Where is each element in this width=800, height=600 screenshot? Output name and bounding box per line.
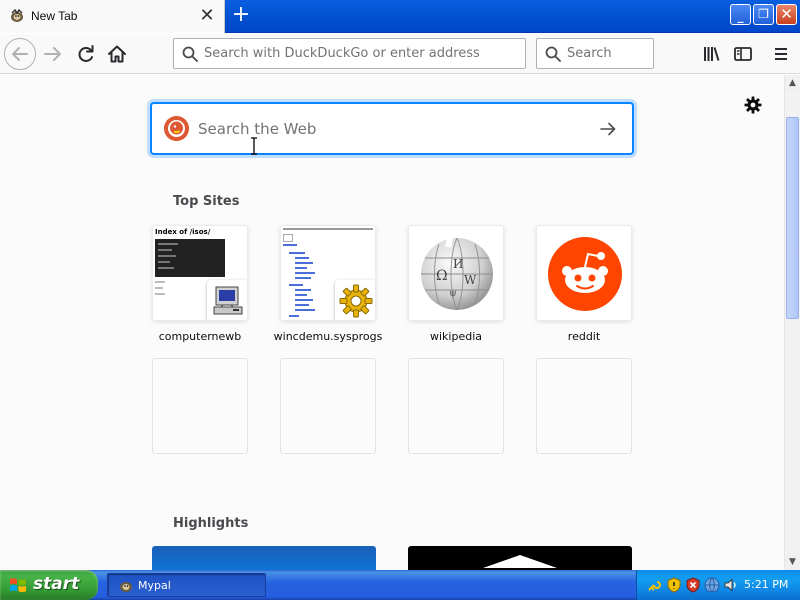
top-site-tile-reddit[interactable] [536,225,632,321]
scrollbar-thumb[interactable] [786,117,799,319]
minimize-button[interactable]: _ [730,4,751,25]
url-input[interactable] [204,39,522,68]
new-tab-page: Top Sites Index of /isos/ [0,75,784,570]
highlight-card[interactable] [408,546,632,570]
security-shield-icon[interactable] [666,577,682,593]
empty-top-site-slot [536,358,632,454]
blocked-shield-icon[interactable] [685,577,701,593]
sidebar-icon [734,47,752,61]
new-tab-button[interactable]: + [229,4,253,28]
svg-text:И: И [453,257,463,271]
back-button[interactable] [4,38,36,70]
top-site-tile-computernewb[interactable]: Index of /isos/ [152,225,248,321]
maximize-button[interactable]: ❐ [753,4,774,25]
system-tray: 5:21 PM [636,570,800,600]
svg-text:W: W [464,273,477,287]
empty-top-site-slot [152,358,248,454]
menu-button[interactable] [767,40,795,68]
thumbnail-listing [155,239,225,277]
top-site-tile-wincdemu[interactable] [280,225,376,321]
clock: 5:21 PM [744,578,789,591]
top-site-label: wikipedia [429,330,482,343]
vertical-scrollbar[interactable]: ▲ ▼ [784,75,800,570]
forward-button[interactable] [40,40,66,68]
windows-logo-icon [10,578,26,593]
close-icon[interactable]: ✕ [198,7,216,25]
top-site-label: reddit [567,330,601,343]
scroll-up-arrow-icon[interactable]: ▲ [785,75,800,91]
navigation-toolbar [0,34,800,74]
gear-icon[interactable] [743,95,763,115]
mypal-icon [120,582,132,592]
svg-text:ψ: ψ [449,288,457,299]
empty-top-site-slot [280,358,376,454]
home-button[interactable] [103,40,131,68]
tab-title: New Tab [31,9,78,23]
forward-arrow-icon [44,47,61,61]
search-icon [545,46,561,62]
thumbnail-title: Index of /isos/ [155,228,211,236]
hamburger-menu-icon [775,48,787,60]
taskbar: start Mypal 5:21 PM [0,570,800,600]
highlights-heading: Highlights [173,516,249,531]
highlight-card[interactable] [152,546,376,570]
search-bar[interactable] [536,38,654,69]
highlight-image [483,555,557,568]
url-bar[interactable] [173,38,526,69]
tab-new-tab[interactable]: New Tab ✕ [0,0,225,33]
volume-icon[interactable] [723,577,739,593]
sidebar-button[interactable] [729,40,757,68]
reload-icon [78,45,94,62]
taskbar-button-label: Mypal [138,579,171,592]
title-bar: New Tab ✕ + _ ❐ ✕ [0,0,800,33]
taskbar-button-mypal[interactable]: Mypal [107,573,266,597]
web-search-box[interactable] [151,103,633,154]
globe-icon[interactable] [704,577,720,593]
duckduckgo-icon [164,116,189,141]
reload-button[interactable] [72,40,100,68]
computer-icon [207,280,247,320]
top-site-tile-wikipedia[interactable]: Ω И W ψ [408,225,504,321]
top-site-label: computernewb [158,330,242,343]
scroll-down-arrow-icon[interactable]: ▼ [785,554,800,570]
search-input[interactable] [567,39,651,68]
search-icon [182,46,198,62]
home-icon [108,45,126,63]
text-cursor-icon [251,137,257,155]
start-button[interactable]: start [0,570,98,600]
window-close-button[interactable]: ✕ [776,4,797,25]
reddit-icon [548,237,622,311]
wikipedia-globe-icon: Ω И W ψ [421,237,493,311]
library-button[interactable] [698,40,726,68]
library-icon [704,47,720,61]
top-sites-heading: Top Sites [173,194,240,209]
svg-text:Ω: Ω [436,268,448,284]
mypal-icon [11,8,23,22]
settings-gear-app-icon [335,280,375,320]
start-label: start [33,574,80,594]
back-arrow-icon [12,47,28,61]
empty-top-site-slot [408,358,504,454]
top-site-label: wincdemu.sysprogs [273,330,383,343]
network-keys-icon[interactable] [647,577,663,593]
arrow-right-icon[interactable] [598,119,618,139]
